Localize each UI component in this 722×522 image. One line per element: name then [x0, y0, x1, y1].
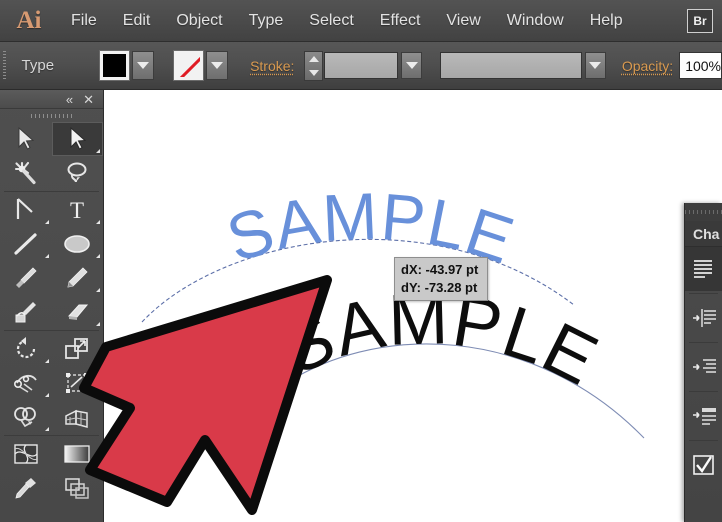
drag-delta-tooltip: dX: -43.97 pt dY: -73.28 pt	[394, 257, 488, 302]
stepper-up-icon[interactable]	[308, 55, 319, 62]
menu-type[interactable]: Type	[236, 8, 297, 34]
menu-effect[interactable]: Effect	[367, 8, 434, 34]
magic-wand-tool[interactable]	[0, 156, 52, 190]
close-panel-icon[interactable]: ✕	[83, 93, 94, 106]
tool-flyout-indicator-icon	[96, 149, 100, 153]
stroke-weight-field[interactable]	[323, 52, 399, 79]
menu-help[interactable]: Help	[577, 8, 636, 34]
indent-left-icon	[693, 309, 716, 327]
app-logo-ai: Ai	[16, 6, 42, 34]
space-before-icon	[693, 408, 716, 425]
stroke-color-swatch-none[interactable]	[173, 50, 205, 81]
menu-view[interactable]: View	[433, 8, 493, 34]
tool-grid-row-1	[0, 122, 103, 190]
paintbrush-tool[interactable]	[0, 261, 52, 295]
illustrated-arrow-cursor	[79, 275, 332, 515]
menu-object[interactable]: Object	[163, 8, 235, 34]
shape-builder-tool[interactable]	[0, 400, 52, 434]
tool-flyout-indicator-icon	[44, 359, 49, 363]
tool-group-divider	[4, 191, 99, 192]
stroke-dropdown-button[interactable]	[206, 51, 229, 80]
fill-swatch-group	[99, 50, 155, 81]
control-bar: Type Stroke: Opacity: 100%	[0, 42, 722, 90]
panel-divider	[689, 391, 718, 392]
paragraph-align-left-button[interactable]	[685, 247, 722, 291]
line-segment-tool[interactable]	[0, 227, 52, 261]
opacity-label[interactable]: Opacity:	[622, 58, 673, 74]
tool-flyout-indicator-icon	[44, 220, 49, 224]
svg-text:T: T	[70, 198, 84, 223]
menu-window[interactable]: Window	[494, 8, 577, 34]
character-panel-dock: Cha	[684, 203, 722, 522]
paragraph-indent-right-button[interactable]	[685, 345, 722, 389]
direct-selection-tool[interactable]	[51, 122, 103, 156]
stroke-profile-dropdown[interactable]	[584, 52, 606, 79]
chevron-down-icon	[137, 62, 150, 69]
mesh-tool[interactable]	[0, 437, 52, 471]
tool-flyout-indicator-icon	[44, 254, 49, 258]
menu-bar: Ai File Edit Object Type Select Effect V…	[0, 0, 722, 42]
illustrator-window: Ai File Edit Object Type Select Effect V…	[0, 0, 722, 522]
menu-edit[interactable]: Edit	[110, 8, 164, 34]
eyedropper-tool[interactable]	[0, 471, 52, 505]
panel-divider	[689, 440, 718, 441]
ellipse-tool[interactable]	[52, 227, 104, 261]
rotate-tool[interactable]	[0, 332, 52, 366]
lasso-tool[interactable]	[52, 156, 104, 190]
tool-flyout-indicator-icon	[96, 220, 100, 224]
hyphenate-checkbox[interactable]	[685, 443, 722, 487]
stroke-weight-dropdown[interactable]	[401, 52, 423, 79]
type-tool[interactable]: T	[52, 193, 104, 227]
paragraph-space-before-button[interactable]	[685, 394, 722, 438]
selection-tool[interactable]	[0, 122, 52, 156]
tool-flyout-indicator-icon	[96, 254, 100, 258]
stroke-weight-label[interactable]: Stroke:	[250, 58, 294, 74]
fill-color-swatch[interactable]	[99, 50, 131, 81]
tool-flyout-indicator-icon	[44, 393, 49, 397]
tooltip-dy-line: dY: -73.28 pt	[401, 279, 478, 295]
tools-panel-grip[interactable]	[0, 109, 103, 122]
panel-divider	[689, 293, 718, 294]
pen-tool[interactable]	[0, 193, 52, 227]
fill-dropdown-button[interactable]	[132, 51, 155, 80]
checkbox-checked-icon	[693, 455, 714, 475]
menu-items: File Edit Object Type Select Effect View…	[58, 8, 636, 34]
tab-character[interactable]: Cha	[685, 221, 722, 247]
bridge-button[interactable]: Br	[687, 9, 713, 33]
align-left-icon	[694, 260, 712, 278]
stroke-swatch-group	[173, 50, 229, 81]
blob-brush-tool[interactable]	[0, 295, 52, 329]
collapse-panel-icon[interactable]: «	[66, 93, 73, 106]
stroke-profile-field[interactable]	[440, 52, 582, 79]
width-tool[interactable]	[0, 366, 52, 400]
panel-divider	[689, 342, 718, 343]
chevron-down-icon	[589, 62, 602, 69]
indent-right-icon	[693, 359, 716, 373]
opacity-input[interactable]: 100%	[679, 52, 722, 79]
tool-flyout-indicator-icon	[44, 427, 49, 431]
stepper-down-icon[interactable]	[308, 69, 319, 76]
stroke-weight-stepper[interactable]	[304, 50, 323, 81]
menu-select[interactable]: Select	[296, 8, 366, 34]
chevron-down-icon	[211, 62, 224, 69]
tools-panel-header: « ✕	[0, 90, 103, 109]
menu-file[interactable]: File	[58, 8, 110, 34]
paragraph-indent-left-button[interactable]	[685, 296, 722, 340]
chevron-down-icon	[405, 62, 418, 69]
control-bar-context-label: Type	[21, 57, 55, 74]
tooltip-dx-line: dX: -43.97 pt	[401, 262, 479, 277]
control-bar-grip[interactable]	[0, 42, 10, 90]
arrow-cursor-shape	[79, 275, 332, 515]
panel-dock-grip[interactable]	[685, 203, 722, 221]
